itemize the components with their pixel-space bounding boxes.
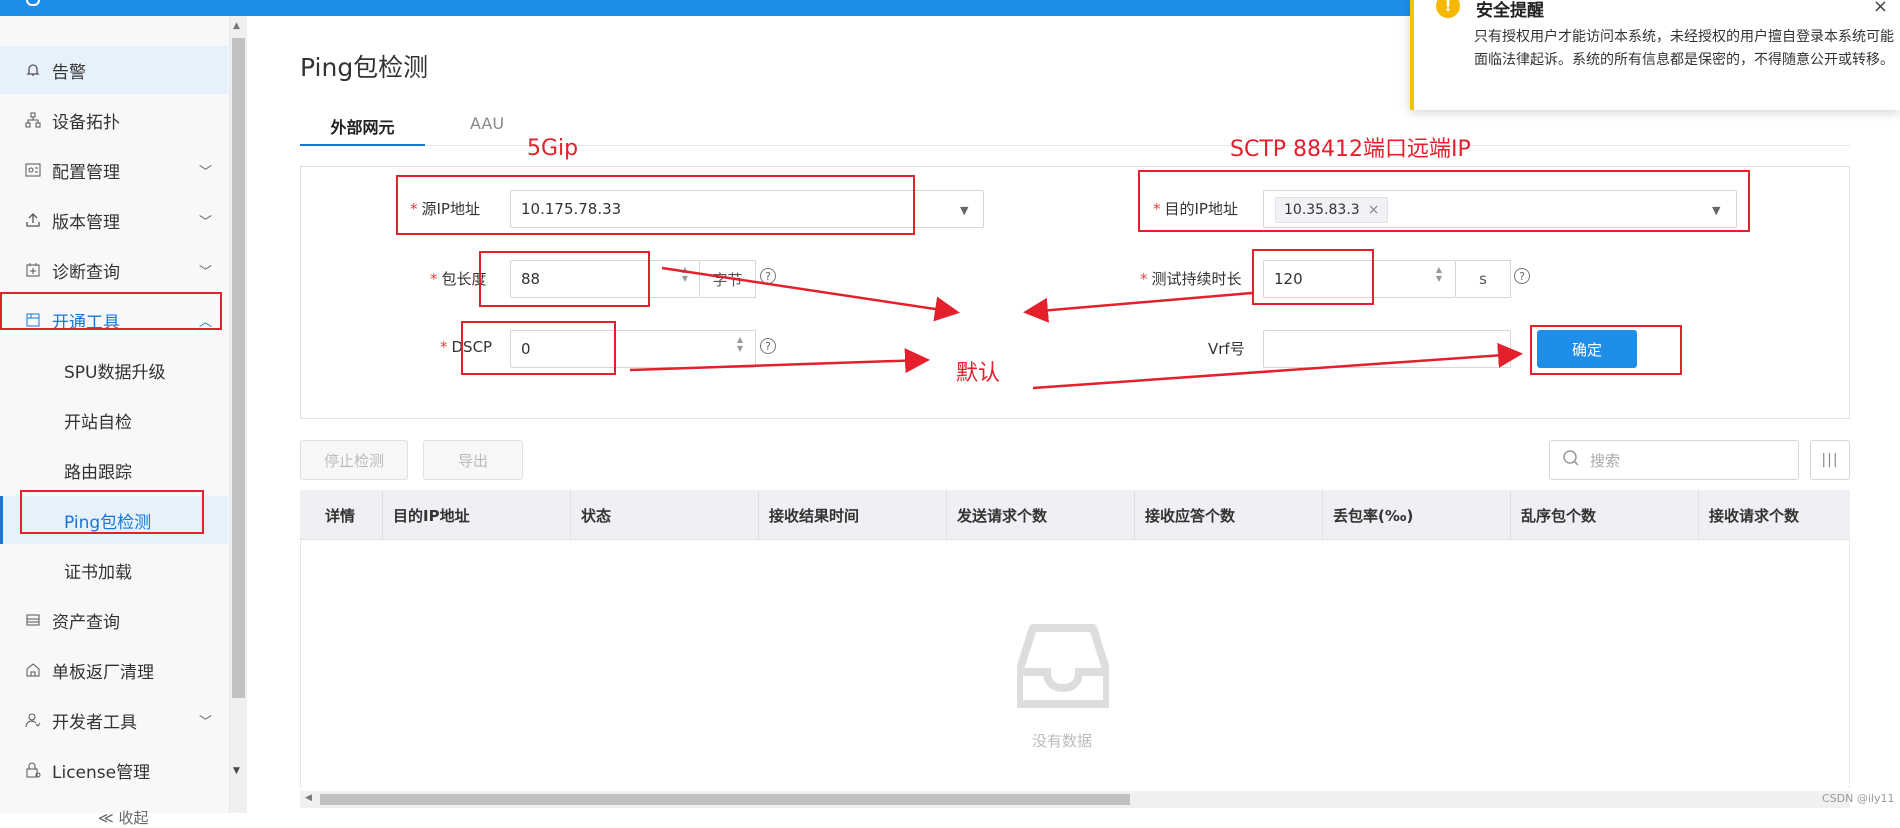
col-reply-count[interactable]: 接收应答个数	[1134, 490, 1322, 540]
arrow-confirm	[1032, 342, 1523, 390]
col-received-requests[interactable]: 接收请求个数	[1698, 490, 1850, 540]
col-receive-time[interactable]: 接收结果时间	[758, 490, 946, 540]
warning-icon: !	[1436, 0, 1460, 18]
watermark: CSDN @ily11	[1822, 792, 1895, 805]
table-horizontal-scrollbar[interactable]: ◀	[300, 791, 1850, 808]
col-dest-ip[interactable]: 目的IP地址	[382, 490, 570, 540]
arrow-dscp	[629, 348, 930, 374]
notice-body: 只有授权用户才能访问本系统，未经授权的用户擅自登录本系统可能面临法律起诉。系统的…	[1474, 29, 1894, 68]
search-placeholder: 搜索	[1590, 451, 1621, 470]
search-input[interactable]: 搜索	[1549, 440, 1799, 480]
arrow-duration	[1023, 291, 1253, 323]
table-header: 详情 目的IP地址 状态 接收结果时间 发送请求个数 接收应答个数 丢包率(‰)…	[300, 490, 1850, 540]
col-sent-count[interactable]: 发送请求个数	[946, 490, 1134, 540]
col-status[interactable]: 状态	[570, 490, 758, 540]
col-details[interactable]: 详情	[300, 490, 382, 540]
empty-state-text: 没有数据	[1032, 732, 1093, 750]
column-settings-button[interactable]: |||	[1810, 440, 1850, 480]
scroll-left-icon[interactable]: ◀	[305, 793, 312, 803]
arrow-packet-length	[661, 266, 960, 322]
notice-title: 安全提醒	[1476, 1, 1544, 21]
empty-inbox-icon	[1015, 620, 1111, 716]
col-loss-rate[interactable]: 丢包率(‰)	[1322, 490, 1510, 540]
col-out-of-order[interactable]: 乱序包个数	[1510, 490, 1698, 540]
scrollbar-thumb[interactable]	[320, 794, 1130, 805]
export-button[interactable]: 导出	[423, 440, 523, 480]
search-icon	[1562, 449, 1580, 471]
close-icon[interactable]: ×	[1873, 0, 1888, 17]
stop-detect-button[interactable]: 停止检测	[300, 440, 408, 480]
security-notice: ! 安全提醒 × 只有授权用户才能访问本系统，未经授权的用户擅自登录本系统可能面…	[1410, 0, 1900, 110]
